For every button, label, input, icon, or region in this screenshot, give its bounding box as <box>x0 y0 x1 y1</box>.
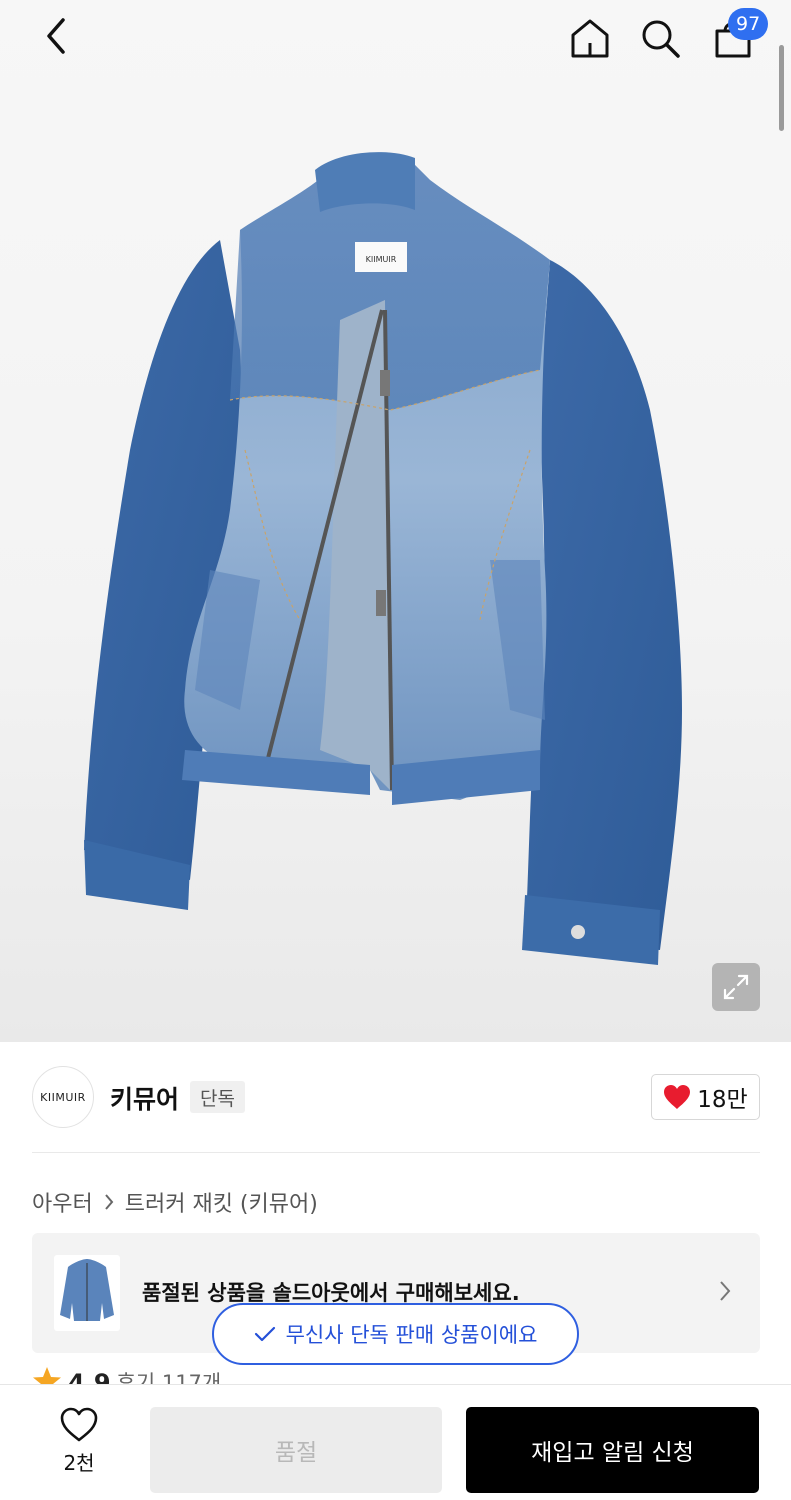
heart-outline-icon <box>60 1407 98 1442</box>
breadcrumb: 아우터 트러커 재킷 (키뮤어) <box>32 1186 318 1218</box>
check-icon <box>254 1326 275 1342</box>
brand-logo-text: KIIMUIR <box>40 1090 86 1104</box>
search-icon[interactable] <box>636 14 684 62</box>
wishlist-button[interactable]: 2천 <box>48 1407 110 1487</box>
soldout-button[interactable]: 품절 <box>150 1407 442 1493</box>
heart-filled-icon <box>664 1085 691 1109</box>
star-icon <box>33 1367 61 1386</box>
review-count: 후기 117개 <box>116 1371 222 1386</box>
like-button[interactable]: 18만 <box>651 1074 760 1120</box>
expand-icon <box>723 974 749 1000</box>
divider <box>32 1152 760 1153</box>
brand-name[interactable]: 키뮤어 <box>110 1080 179 1116</box>
soldout-thumbnail-image <box>54 1255 120 1331</box>
brand-logo[interactable]: KIIMUIR <box>32 1066 94 1128</box>
jacket-label-text: KIIMUIR <box>366 255 397 264</box>
exclusive-tag: 단독 <box>190 1081 245 1113</box>
exclusive-toast: 무신사 단독 판매 상품이에요 <box>212 1303 579 1365</box>
like-count: 18만 <box>697 1087 748 1113</box>
rating-row[interactable]: 4.9 후기 117개 <box>32 1366 221 1386</box>
scrollbar[interactable] <box>779 45 784 131</box>
back-arrow-icon[interactable] <box>34 14 78 58</box>
denim-jacket-image: KIIMUIR <box>84 152 682 965</box>
product-image-area[interactable]: KIIMUIR <box>0 0 791 1042</box>
chevron-right-icon <box>718 1279 732 1307</box>
restock-alert-button[interactable]: 재입고 알림 신청 <box>466 1407 759 1493</box>
chevron-right-icon <box>103 1193 115 1211</box>
cart-count-badge: 97 <box>728 8 769 40</box>
home-icon[interactable] <box>566 14 614 62</box>
wishlist-count: 2천 <box>63 1451 95 1475</box>
top-navigation-bar <box>0 0 791 80</box>
breadcrumb-product[interactable]: 트러커 재킷 (키뮤어) <box>125 1186 318 1218</box>
bottom-action-bar: 2천 품절 재입고 알림 신청 <box>0 1384 791 1500</box>
rating-score: 4.9 <box>68 1369 111 1386</box>
expand-image-button[interactable] <box>712 963 760 1011</box>
breadcrumb-category[interactable]: 아우터 <box>32 1186 93 1218</box>
exclusive-toast-text: 무신사 단독 판매 상품이에요 <box>285 1323 538 1347</box>
brand-row: KIIMUIR 키뮤어 단독 18만 <box>32 1066 760 1128</box>
